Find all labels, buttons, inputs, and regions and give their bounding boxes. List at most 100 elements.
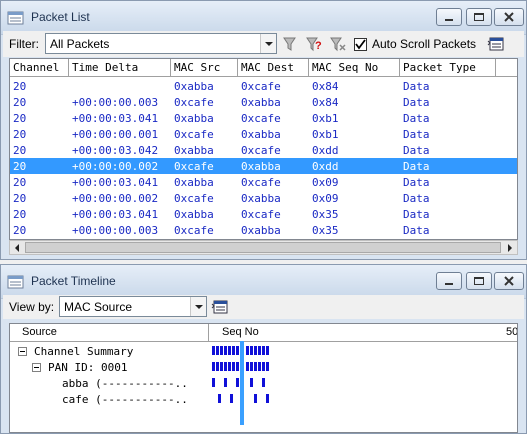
timeline-bar — [232, 346, 235, 355]
table-cell-dest: 0xcafe — [241, 176, 281, 189]
table-cell-channel: 20 — [13, 208, 27, 221]
timeline-bar — [216, 346, 219, 355]
timeline-bar — [250, 362, 253, 371]
filter-label: Filter: — [9, 37, 39, 51]
close-button[interactable] — [494, 272, 524, 290]
table-cell-src: 0xcafe — [174, 160, 214, 173]
timeline-bar — [220, 346, 223, 355]
maximize-button[interactable] — [466, 272, 492, 290]
packet-list-titlebar[interactable]: Packet List — [1, 1, 526, 35]
timeline-bar — [230, 394, 233, 403]
column-header-mac-dest[interactable]: MAC Dest — [238, 59, 309, 76]
view-by-dropdown[interactable]: MAC Source — [59, 296, 207, 317]
timeline-icon[interactable] — [211, 298, 229, 316]
table-row[interactable]: 20 +00:00:03.041 0xabba 0xcafe 0x35 Data — [10, 206, 517, 222]
maximize-button[interactable] — [466, 8, 492, 26]
timeline-bar — [262, 346, 265, 355]
table-row[interactable]: 20 +00:00:00.003 0xcafe 0xabba 0x35 Data — [10, 222, 517, 238]
tree-label: cafe (-----------.. — [62, 393, 188, 406]
table-cell-src: 0xabba — [174, 80, 214, 93]
timeline-bar — [212, 346, 215, 355]
table-cell-src: 0xcafe — [174, 192, 214, 205]
view-by-value: MAC Source — [64, 300, 133, 314]
table-row[interactable]: 20 +00:00:00.002 0xcafe 0xabba 0x09 Data — [10, 190, 517, 206]
table-cell-type: Data — [403, 128, 430, 141]
minimize-button[interactable] — [436, 8, 462, 26]
timeline-bar — [258, 362, 261, 371]
table-cell-type: Data — [403, 96, 430, 109]
timeline-bar — [262, 362, 265, 371]
table-cell-delta: +00:00:03.041 — [72, 208, 159, 221]
minimize-icon — [445, 19, 453, 21]
table-cell-seq: 0xb1 — [312, 128, 339, 141]
timeline-title: Packet Timeline — [31, 274, 116, 288]
table-cell-channel: 20 — [13, 224, 27, 237]
table-cell-dest: 0xabba — [241, 96, 281, 109]
table-cell-seq: 0xb1 — [312, 112, 339, 125]
table-row[interactable]: 20 +00:00:03.042 0xabba 0xcafe 0xdd Data — [10, 142, 517, 158]
column-header-time-delta[interactable]: Time Delta — [69, 59, 171, 76]
table-cell-delta: +00:00:00.003 — [72, 224, 159, 237]
close-button[interactable] — [494, 8, 524, 26]
collapse-icon[interactable] — [18, 347, 27, 356]
table-cell-type: Data — [403, 112, 430, 125]
timeline-titlebar[interactable]: Packet Timeline — [1, 265, 526, 299]
timeline-bar — [266, 346, 269, 355]
filter-clear-icon[interactable] — [329, 35, 347, 53]
timeline-bar — [254, 362, 257, 371]
collapse-icon[interactable] — [32, 363, 41, 372]
timeline-bar — [236, 378, 239, 387]
scroll-left-icon[interactable] — [12, 242, 22, 254]
timeline-bar — [254, 346, 257, 355]
table-row[interactable]: 20 +00:00:00.003 0xcafe 0xabba 0x84 Data — [10, 94, 517, 110]
filter-value: All Packets — [50, 37, 110, 51]
table-cell-type: Data — [403, 224, 430, 237]
table-cell-src: 0xabba — [174, 176, 214, 189]
chevron-down-icon — [260, 34, 276, 53]
packet-list-icon — [7, 11, 24, 25]
timeline-bar — [236, 346, 239, 355]
maximize-icon — [474, 13, 484, 21]
column-header-packet-type[interactable]: Packet Type — [400, 59, 496, 76]
timeline-cursor[interactable] — [240, 341, 244, 425]
table-row[interactable]: 20 +00:00:03.041 0xabba 0xcafe 0x09 Data — [10, 174, 517, 190]
packet-table-header: Channel Time Delta MAC Src MAC Dest MAC … — [10, 59, 517, 77]
table-cell-dest: 0xcafe — [241, 80, 281, 93]
table-cell-channel: 20 — [13, 144, 27, 157]
table-cell-delta: +00:00:03.042 — [72, 144, 159, 157]
timeline-bar — [236, 362, 239, 371]
timeline-bar — [224, 378, 227, 387]
timeline-seq-header: Seq No — [222, 326, 259, 338]
scroll-right-icon[interactable] — [505, 242, 515, 254]
horizontal-scrollbar[interactable] — [9, 240, 518, 255]
table-row[interactable]: 20 +00:00:00.002 0xcafe 0xabba 0xdd Data — [10, 158, 517, 174]
column-header-mac-src[interactable]: MAC Src — [171, 59, 238, 76]
table-cell-seq: 0x84 — [312, 80, 339, 93]
timeline-bar — [266, 394, 269, 403]
minimize-button[interactable] — [436, 272, 462, 290]
timeline-bar — [246, 362, 249, 371]
column-header-mac-seq[interactable]: MAC Seq No — [309, 59, 400, 76]
timeline-bar — [258, 346, 261, 355]
timeline-bar — [232, 362, 235, 371]
table-cell-seq: 0x09 — [312, 192, 339, 205]
column-header-channel[interactable]: Channel — [10, 59, 69, 76]
filter-dropdown[interactable]: All Packets — [45, 33, 277, 54]
table-row[interactable]: 20 0xabba 0xcafe 0x84 Data — [10, 78, 517, 94]
table-cell-type: Data — [403, 208, 430, 221]
table-cell-seq: 0x09 — [312, 176, 339, 189]
check-icon — [355, 39, 366, 50]
auto-scroll-checkbox[interactable] — [354, 38, 367, 51]
filter-help-icon[interactable]: ? — [305, 35, 323, 53]
scrollbar-thumb[interactable] — [25, 242, 501, 253]
header-divider — [208, 324, 209, 341]
table-cell-channel: 20 — [13, 80, 27, 93]
table-row[interactable]: 20 +00:00:03.041 0xabba 0xcafe 0xb1 Data — [10, 110, 517, 126]
svg-text:?: ? — [315, 40, 322, 52]
columns-icon[interactable] — [487, 35, 505, 53]
table-cell-src: 0xcafe — [174, 224, 214, 237]
close-icon — [504, 276, 514, 286]
packet-list-title: Packet List — [31, 10, 90, 24]
filter-edit-icon[interactable] — [281, 35, 299, 53]
table-row[interactable]: 20 +00:00:00.001 0xcafe 0xabba 0xb1 Data — [10, 126, 517, 142]
